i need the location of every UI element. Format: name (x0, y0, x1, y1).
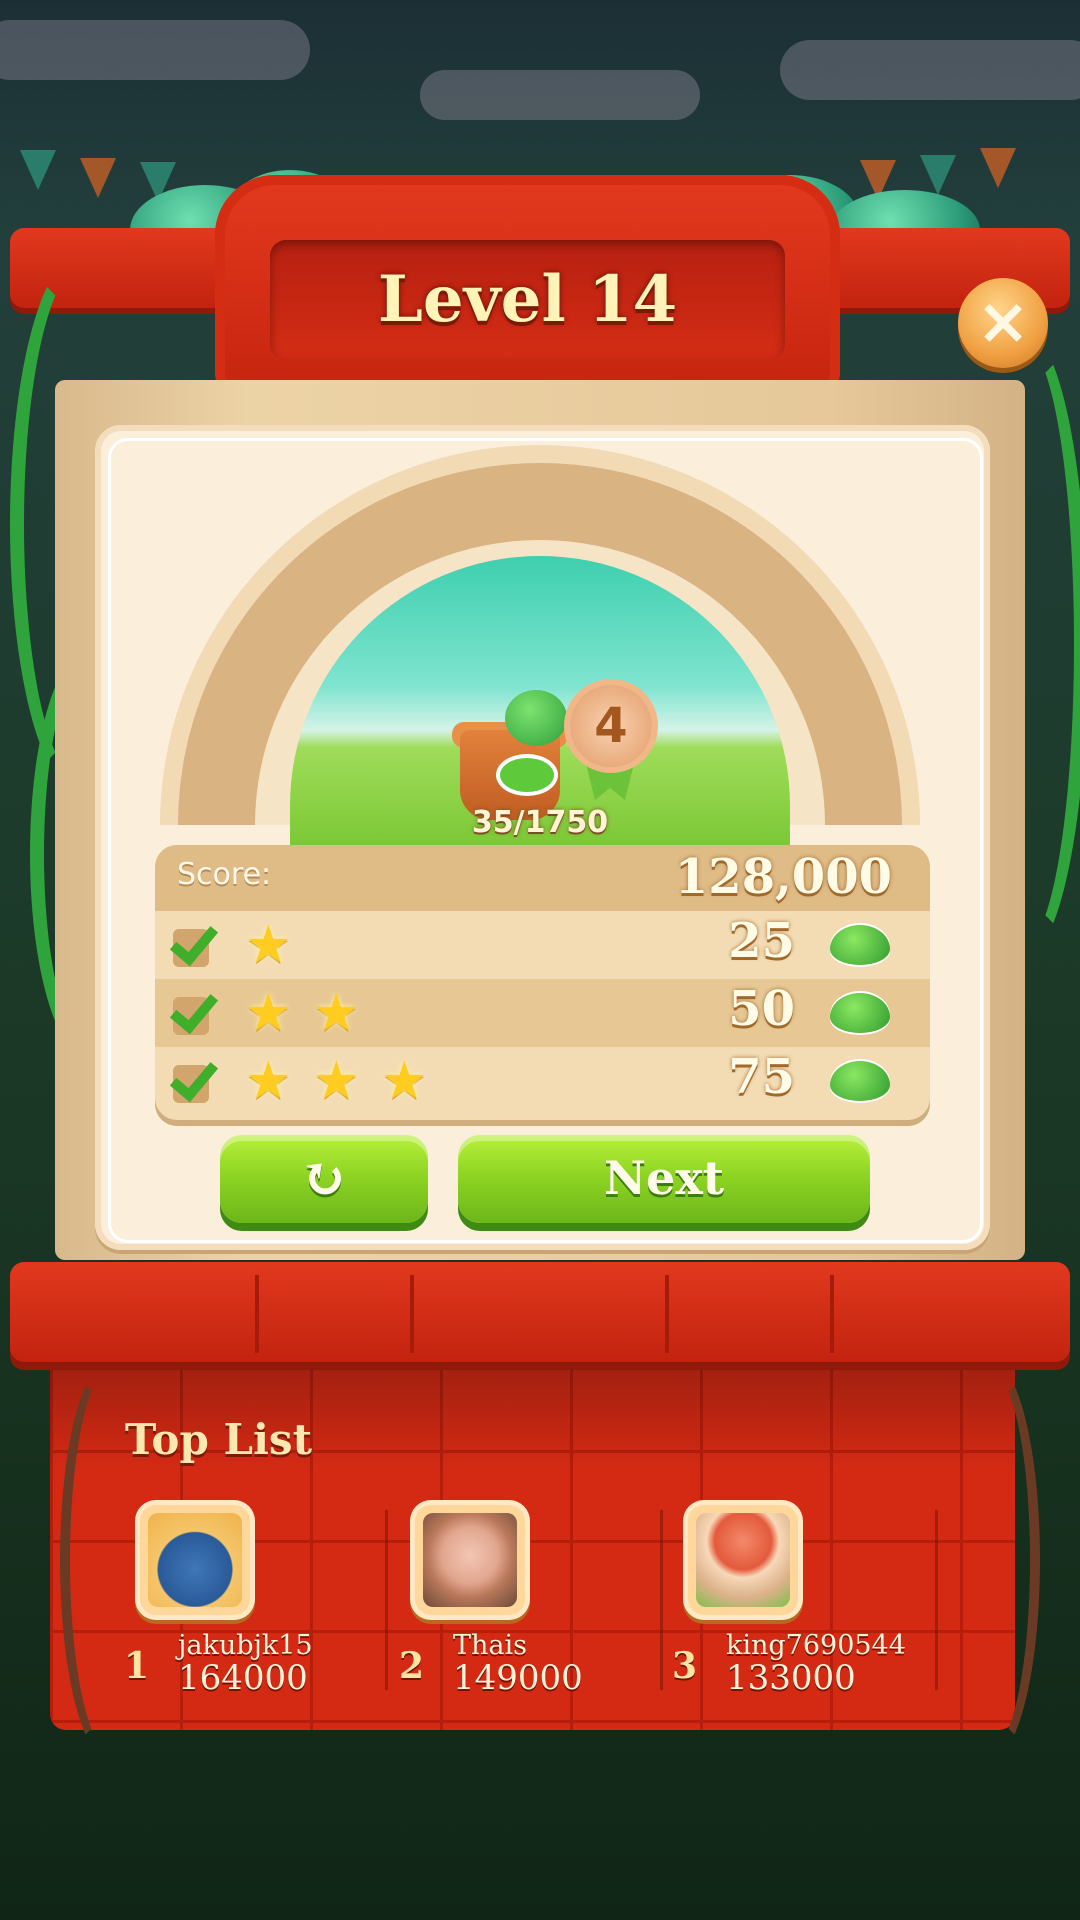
brick-seam (410, 1275, 414, 1353)
leaderboard-divider (935, 1510, 938, 1690)
star-icon: ★ (313, 983, 360, 1043)
level-title: Level 14 (377, 262, 678, 337)
avatar (688, 1505, 798, 1615)
leaf-icon (830, 993, 890, 1033)
background-cloud (0, 20, 310, 80)
brick-seam (830, 1275, 834, 1353)
star-icon: ★ (381, 1051, 428, 1111)
star-icon: ★ (245, 915, 292, 975)
pennant-flag (80, 158, 116, 198)
player-score: 133000 (726, 1658, 856, 1698)
brick-seam (255, 1275, 259, 1353)
top-list-title: Top List (125, 1415, 312, 1464)
leaderboard-entry[interactable]: 3 king7690544 133000 (660, 1505, 935, 1698)
player-name: king7690544 (726, 1630, 906, 1661)
score-value: 128,000 (674, 849, 892, 905)
star-tier-row: ★ ★ ★ 75 (155, 1047, 930, 1115)
tier-reward: 50 (728, 981, 795, 1037)
leaderboard-entry[interactable]: 1 jakubjk15 164000 (112, 1505, 387, 1698)
star-tier-row: ★ ★ 50 (155, 979, 930, 1047)
sprout-character (505, 690, 567, 746)
avatar (140, 1505, 250, 1615)
score-label: Score: (177, 857, 272, 892)
growth-progress: 35/1750 (471, 805, 609, 840)
background-cloud (420, 70, 700, 120)
leaderboard-entry[interactable]: 2 Thais 149000 (387, 1505, 662, 1698)
avatar-image (696, 1513, 790, 1607)
retry-icon: ↻ (300, 1145, 348, 1211)
brick-seam (665, 1275, 669, 1353)
retry-button[interactable]: ↻ (220, 1135, 428, 1223)
leaf-icon (830, 925, 890, 965)
pennant-flag (920, 155, 956, 195)
leaf-icon (500, 758, 554, 792)
star-icon: ★ (313, 1051, 360, 1111)
tier-reward: 75 (728, 1049, 795, 1105)
leaf-icon (830, 1061, 890, 1101)
leaderboard-rank: 3 (672, 1645, 698, 1687)
star-icon: ★ (245, 983, 292, 1043)
star-icon: ★ (245, 1051, 292, 1111)
star-tier-row: ★ 25 (155, 911, 930, 979)
brick-ledge (10, 1262, 1070, 1362)
leaderboard-rank: 1 (124, 1645, 150, 1687)
score-table: Score: 128,000 ★ 25 ★ ★ 50 ★ ★ ★ 75 (155, 845, 930, 1120)
avatar-image (148, 1513, 242, 1607)
leaderboard-rank: 2 (399, 1645, 425, 1687)
score-row: Score: 128,000 (155, 845, 930, 911)
check-icon (169, 1055, 215, 1105)
player-name: jakubjk15 (178, 1630, 313, 1661)
growth-level-badge: 4 (570, 685, 652, 767)
check-icon (169, 919, 215, 969)
player-score: 164000 (178, 1658, 308, 1698)
tier-reward: 25 (728, 913, 795, 969)
avatar (415, 1505, 525, 1615)
pennant-flag (20, 150, 56, 190)
background-cloud (780, 40, 1080, 100)
player-name: Thais (453, 1630, 527, 1661)
tree-root (940, 1360, 1040, 1760)
check-icon (169, 987, 215, 1037)
next-button[interactable]: Next (458, 1135, 870, 1223)
pennant-flag (980, 148, 1016, 188)
avatar-image (423, 1513, 517, 1607)
player-score: 149000 (453, 1658, 583, 1698)
